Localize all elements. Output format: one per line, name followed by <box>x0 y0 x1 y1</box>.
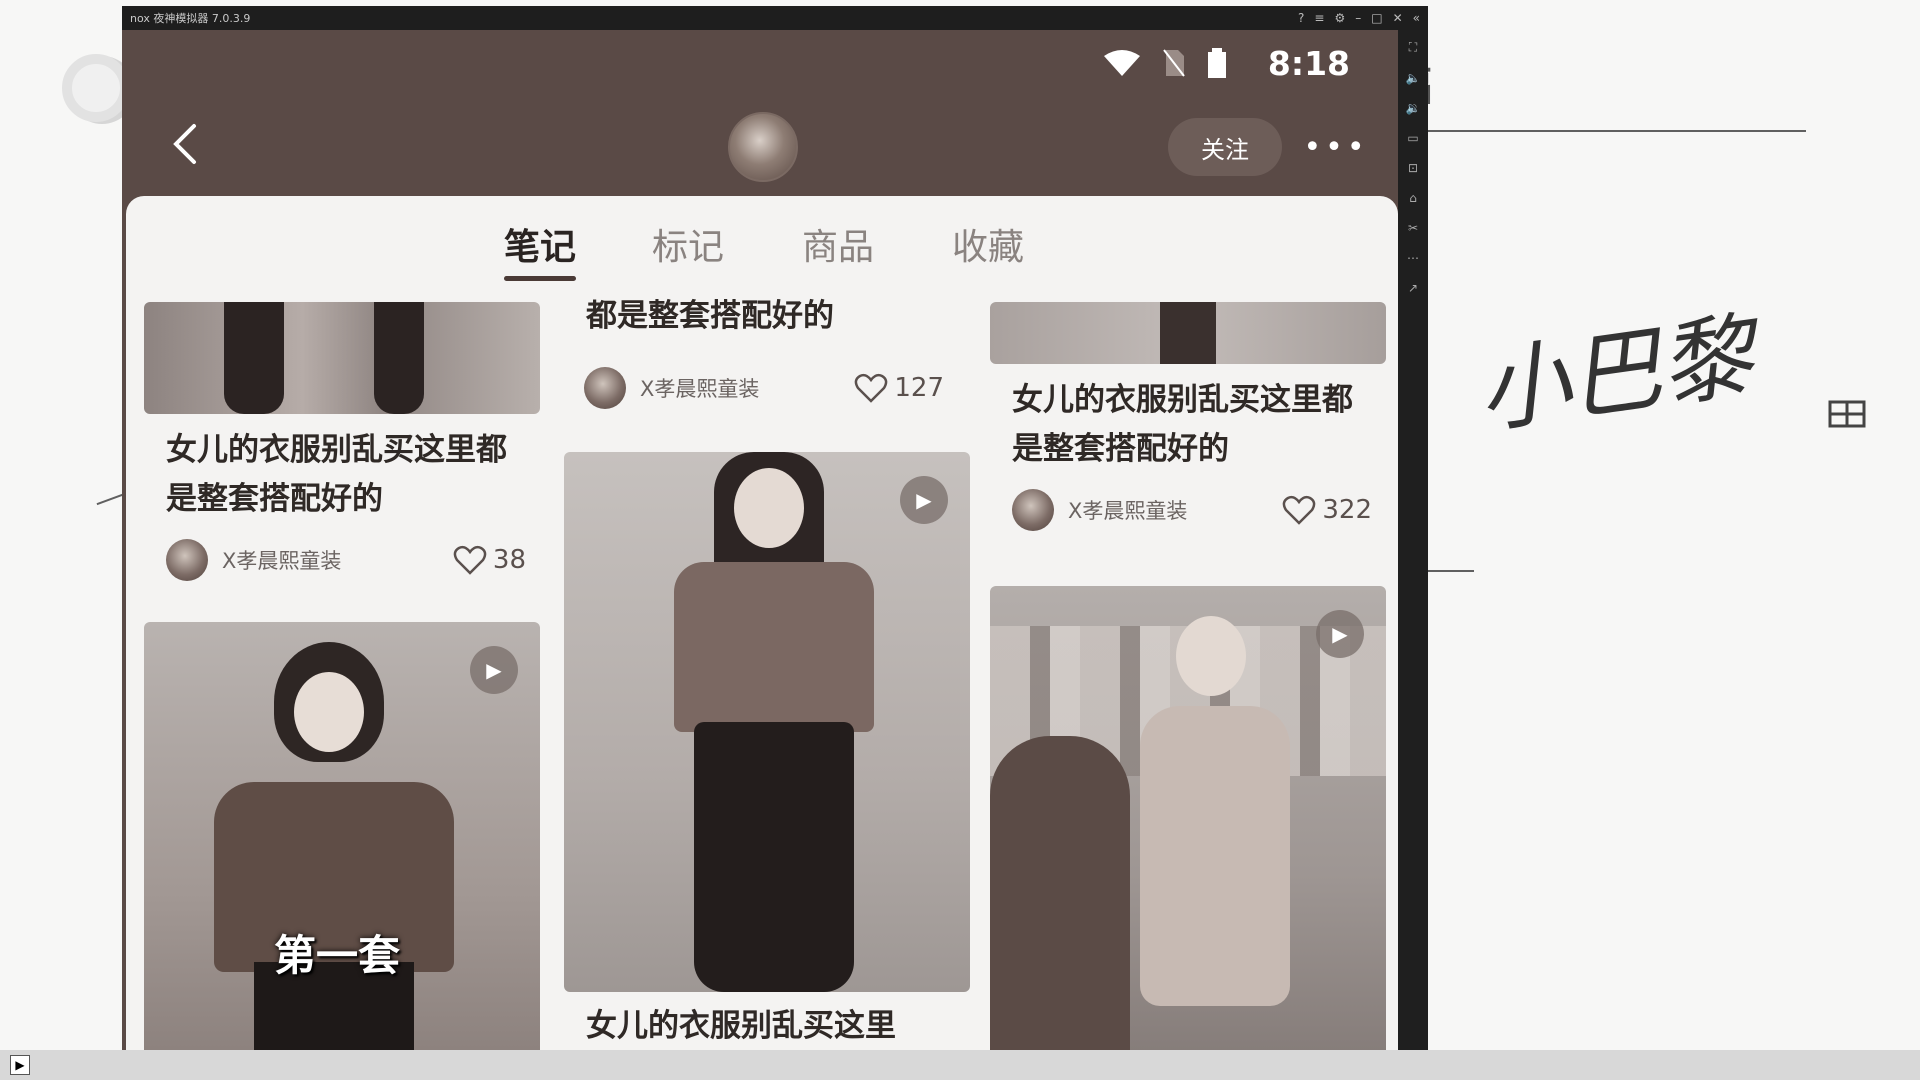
heart-icon[interactable] <box>1282 493 1316 527</box>
tab-products[interactable]: 商品 <box>802 218 874 270</box>
follow-button[interactable]: 关注 <box>1168 118 1282 176</box>
note-thumbnail[interactable] <box>144 302 540 414</box>
author-name[interactable]: X孝晨熙童装 <box>1068 495 1282 525</box>
notes-panel: 笔记 标记 商品 收藏 女儿的衣服别乱买这里都是整套搭配好的 X孝晨熙童装 38… <box>126 196 1398 1050</box>
play-icon[interactable]: ▶ <box>1316 610 1364 658</box>
help-icon[interactable]: ? <box>1298 11 1304 25</box>
author-avatar[interactable] <box>584 367 626 409</box>
tab-bar: 笔记 标记 商品 收藏 <box>126 210 1398 281</box>
screenshot-icon[interactable]: ⊡ <box>1408 161 1418 175</box>
author-avatar[interactable] <box>1012 489 1054 531</box>
like-count: 322 <box>1322 495 1372 525</box>
note-meta: X孝晨熙童装 38 <box>166 536 526 584</box>
author-avatar[interactable] <box>166 539 208 581</box>
heart-icon[interactable] <box>453 543 487 577</box>
menu-icon[interactable]: ≡ <box>1314 11 1324 25</box>
profile-header: 关注 ••• <box>122 92 1398 196</box>
fullscreen-icon[interactable]: ⛶ <box>1409 40 1417 55</box>
profile-avatar[interactable] <box>728 112 798 182</box>
scissors-icon[interactable]: ✂ <box>1408 221 1418 235</box>
wifi-icon <box>1104 50 1140 76</box>
battery-icon <box>1208 48 1226 78</box>
recorder-icon[interactable]: ▶ <box>10 1055 30 1075</box>
note-title[interactable]: 女儿的衣服别乱买这里 <box>586 1002 956 1050</box>
author-name[interactable]: X孝晨熙童装 <box>640 373 854 403</box>
back-arrow-icon[interactable] <box>166 120 206 168</box>
author-name[interactable]: X孝晨熙童装 <box>222 545 453 575</box>
volume-up-icon[interactable]: 🔈 <box>1406 71 1421 85</box>
note-title[interactable]: 女儿的衣服别乱买这里都是整套搭配好的 <box>166 426 536 524</box>
ink-line <box>1428 570 1474 572</box>
status-time: 8:18 <box>1267 44 1350 83</box>
android-emulator-window: nox 夜神模拟器 7.0.3.9 ? ≡ ⚙ – □ ✕ « ⛶ 🔈 🔉 ▭ … <box>122 6 1428 1050</box>
maximize-icon[interactable]: □ <box>1371 11 1382 25</box>
note-meta: X孝晨熙童装 127 <box>584 364 944 412</box>
play-icon[interactable]: ▶ <box>470 646 518 694</box>
external-icon[interactable]: ↗ <box>1408 281 1418 295</box>
screen-icon[interactable]: ▭ <box>1407 131 1418 145</box>
volume-down-icon[interactable]: 🔉 <box>1406 101 1421 115</box>
tab-marked[interactable]: 标记 <box>652 218 724 270</box>
phone-status-bar: 8:18 <box>122 30 1398 92</box>
ink-line <box>1428 130 1806 132</box>
video-overlay-text: 第一套 <box>274 931 401 980</box>
note-thumbnail[interactable]: ▶ <box>564 452 970 992</box>
emulator-title: nox 夜神模拟器 7.0.3.9 <box>130 12 251 25</box>
collapse-icon[interactable]: « <box>1413 11 1420 25</box>
tab-favorites[interactable]: 收藏 <box>952 218 1024 270</box>
note-thumbnail[interactable] <box>990 302 1386 364</box>
no-sim-icon <box>1163 49 1185 77</box>
minimize-icon[interactable]: – <box>1355 11 1361 25</box>
note-thumbnail[interactable]: ▶ 第一套 <box>144 622 540 1050</box>
settings-icon[interactable]: ⚙ <box>1334 11 1345 25</box>
note-title[interactable]: 都是整套搭配好的 <box>586 292 956 341</box>
tab-notes[interactable]: 笔记 <box>504 218 576 270</box>
handwritten-mark <box>1828 400 1866 428</box>
note-title[interactable]: 女儿的衣服别乱买这里都是整套搭配好的 <box>1012 376 1382 474</box>
note-meta: X孝晨熙童装 322 <box>1012 486 1372 534</box>
like-count: 127 <box>894 373 944 403</box>
close-icon[interactable]: ✕ <box>1393 11 1403 25</box>
emulator-toolbar: ⛶ 🔈 🔉 ▭ ⊡ ⌂ ✂ ⋯ ↗ <box>1398 30 1428 1050</box>
note-thumbnail[interactable]: ▶ <box>990 586 1386 1050</box>
emulator-titlebar: nox 夜神模拟器 7.0.3.9 ? ≡ ⚙ – □ ✕ « <box>122 6 1428 30</box>
more-tools-icon[interactable]: ⋯ <box>1407 251 1419 265</box>
app-logo <box>62 54 130 122</box>
more-options-icon[interactable]: ••• <box>1303 122 1364 172</box>
play-icon[interactable]: ▶ <box>900 476 948 524</box>
install-icon[interactable]: ⌂ <box>1409 191 1417 205</box>
heart-icon[interactable] <box>854 371 888 405</box>
like-count: 38 <box>492 545 526 575</box>
active-tab-indicator <box>504 276 576 281</box>
taskbar-strip: ▶ <box>0 1050 1920 1080</box>
handwriting: 小巴黎 <box>1471 302 1760 447</box>
